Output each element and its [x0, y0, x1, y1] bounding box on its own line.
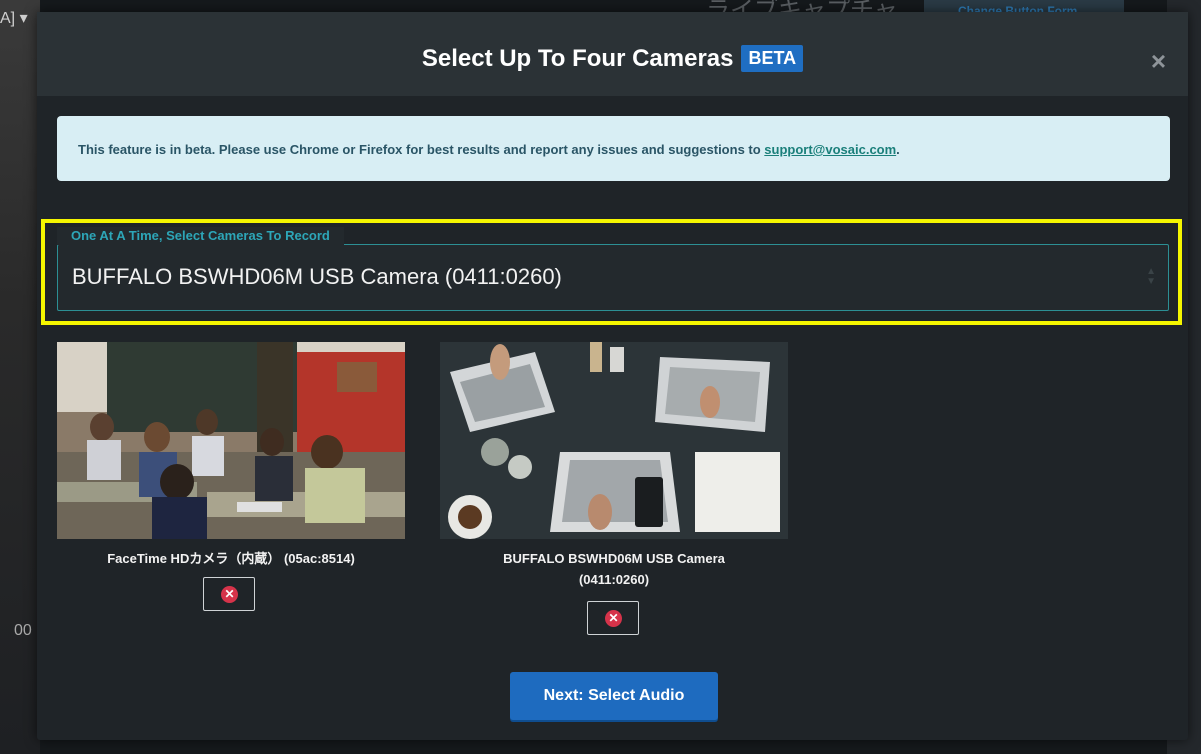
classroom-image [57, 342, 405, 539]
camera-label-buffalo-line1: BUFFALO BSWHD06M USB Camera [503, 551, 725, 566]
camera-label-facetime: FaceTime HDカメラ（内蔵） (05ac:8514) [107, 551, 355, 566]
remove-camera-button[interactable]: ✕ [587, 601, 639, 635]
camera-label-buffalo: BUFFALO BSWHD06M USB Camera (0411:0260) [440, 548, 788, 590]
camera-preview-buffalo [440, 342, 788, 539]
beta-badge: BETA [741, 45, 804, 72]
background-number: 00 [14, 622, 32, 639]
remove-camera-button[interactable]: ✕ [203, 577, 255, 611]
close-icon[interactable]: × [1151, 48, 1166, 74]
background-video-strip [0, 0, 40, 754]
beta-alert-text: This feature is in beta. Please use Chro… [78, 142, 765, 157]
x-circle-icon: ✕ [605, 610, 622, 627]
modal-header: Select Up To Four Cameras BETA × [37, 12, 1188, 96]
camera-label-buffalo-line2: (0411:0260) [578, 572, 650, 587]
camera-select-modal: Select Up To Four Cameras BETA × This fea… [37, 12, 1188, 740]
camera-select-dropdown[interactable]: BUFFALO BSWHD06M USB Camera (0411:0260) … [57, 244, 1169, 311]
camera-select-value: BUFFALO BSWHD06M USB Camera (0411:0260) [72, 264, 562, 289]
laptops-image [440, 342, 788, 539]
modal-title: Select Up To Four Cameras BETA [37, 45, 1188, 73]
x-circle-icon: ✕ [221, 586, 238, 603]
beta-alert-suffix: . [896, 142, 900, 157]
next-select-audio-button[interactable]: Next: Select Audio [510, 672, 718, 720]
modal-title-text: Select Up To Four Cameras [421, 45, 734, 72]
camera-select-legend: One At A Time, Select Cameras To Record [57, 227, 344, 245]
beta-alert: This feature is in beta. Please use Chro… [57, 116, 1170, 181]
support-email-link[interactable]: support@vosaic.com [764, 142, 896, 157]
select-updown-icon: ▲ ▼ [1146, 266, 1156, 287]
camera-preview-facetime [57, 342, 405, 539]
background-dropdown-label: A] ▾ [0, 10, 28, 27]
